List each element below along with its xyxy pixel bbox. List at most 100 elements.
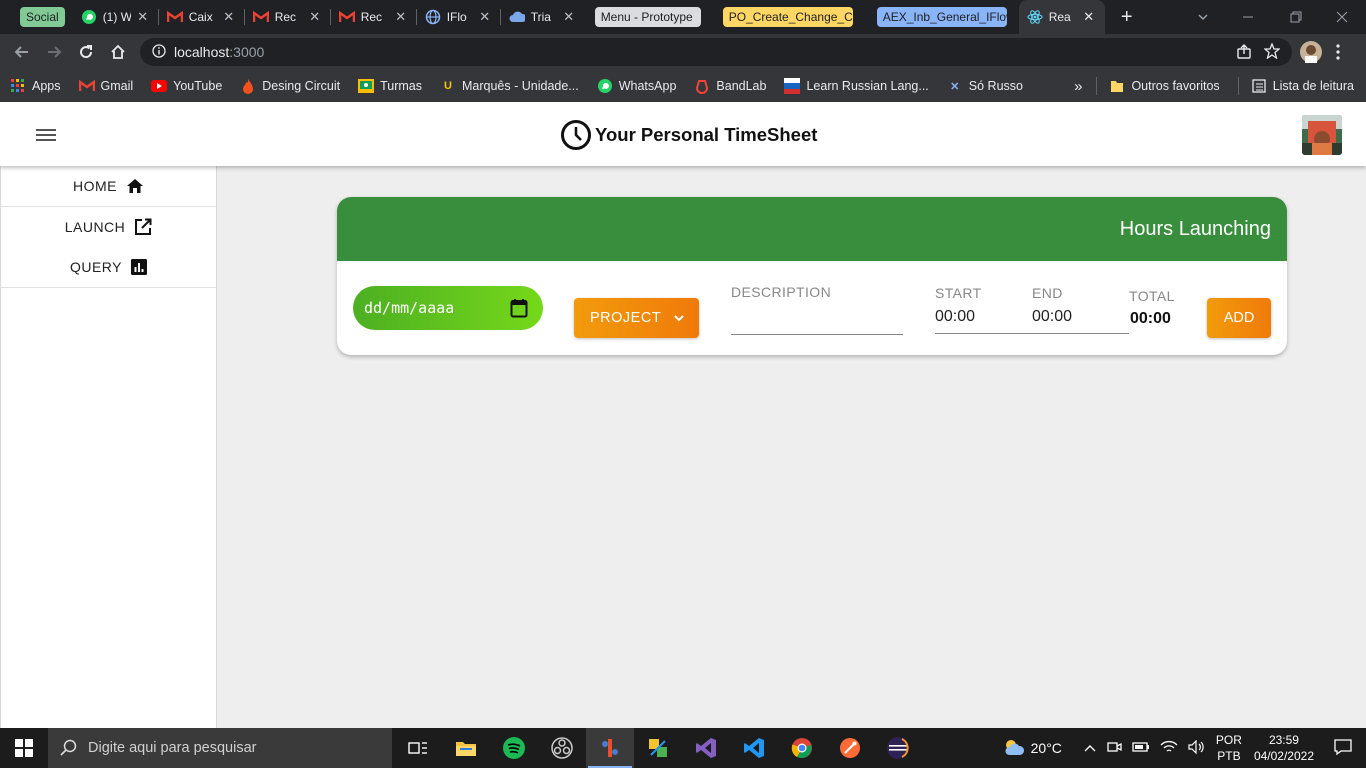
address-bar[interactable]: localhost:3000 [140,38,1292,66]
weather-icon[interactable] [1003,737,1025,760]
bookmark-apps[interactable]: Apps [10,78,61,94]
calendar-icon[interactable] [510,298,528,318]
bookmark-so-russo[interactable]: ✕ Só Russo [947,78,1023,94]
add-button[interactable]: ADD [1207,298,1271,338]
weather-temperature[interactable]: 20°C [1031,740,1062,756]
vscode-icon[interactable] [730,728,778,768]
close-icon[interactable]: ✕ [1081,9,1097,25]
bandlab-icon [694,78,710,94]
marques-icon: U [444,80,452,92]
total-label: TOTAL [1129,288,1175,304]
date-placeholder: dd/mm/aaaa [364,299,455,317]
tab-gmail-received-1[interactable]: Rec ✕ [245,0,331,34]
chrome-icon[interactable] [778,728,826,768]
home-browser-icon[interactable] [102,36,134,68]
volume-icon[interactable] [1188,739,1206,757]
tab-search-icon[interactable] [1196,0,1210,34]
task-view-icon[interactable] [394,728,442,768]
wifi-icon[interactable] [1160,740,1178,757]
close-window-icon[interactable] [1336,0,1348,34]
notifications-icon[interactable] [1334,738,1352,758]
tab-iflow[interactable]: IFlo ✕ [417,0,501,34]
open-in-new-icon [135,218,152,235]
bookmark-label: Outros favoritos [1131,79,1220,93]
git-tool-icon[interactable] [586,728,634,768]
tab-trial[interactable]: Tria ✕ [501,0,585,34]
sidebar-item-query[interactable]: QUERY [1,247,216,287]
classroom-icon [358,78,375,94]
spotify-icon[interactable] [490,728,538,768]
info-icon[interactable] [152,43,166,61]
bar-chart-icon [131,259,148,275]
bookmark-other-folder[interactable]: Outros favoritos [1109,78,1220,94]
battery-icon[interactable] [1132,741,1150,756]
forward-arrow-icon[interactable] [38,36,70,68]
bookmark-label: Marquês - Unidade... [462,79,579,93]
tab-group-social[interactable]: Social [20,7,65,27]
project-dropdown-button[interactable]: PROJECT [574,298,699,338]
back-arrow-icon[interactable] [6,36,38,68]
obs-icon[interactable] [538,728,586,768]
visual-studio-icon[interactable] [682,728,730,768]
hamburger-menu-icon[interactable] [36,126,60,144]
reload-icon[interactable] [70,36,102,68]
restore-icon[interactable] [1290,0,1302,34]
bookmark-learn-russian[interactable]: Learn Russian Lang... [784,78,929,94]
new-tab-button[interactable]: + [1113,3,1141,31]
star-icon[interactable] [1263,42,1281,62]
bookmark-bandlab[interactable]: BandLab [694,78,766,94]
tab-title: Rea [1048,10,1071,24]
bookmark-youtube[interactable]: YouTube [151,78,222,94]
file-explorer-icon[interactable] [442,728,490,768]
user-avatar[interactable] [1302,115,1342,155]
share-icon[interactable] [1236,44,1252,63]
input-language[interactable]: POR PTB [1216,732,1242,764]
start-time-input[interactable]: 00:00 [935,308,975,326]
reading-list-button[interactable]: Lista de leitura [1251,78,1354,94]
close-icon[interactable]: ✕ [561,9,577,25]
taskbar-search-input[interactable]: Digite aqui para pesquisar [48,728,392,768]
tab-group-aex-inb-general[interactable]: AEX_Inb_General_IFlow [876,7,1007,27]
tab-gmail-received-2[interactable]: Rec ✕ [331,0,417,34]
whatsapp-icon [597,78,613,94]
bookmark-desing-circuit[interactable]: Desing Circuit [240,78,340,94]
cloud-icon [509,9,525,25]
tab-title: Caix [188,10,213,24]
eclipse-icon[interactable] [874,728,922,768]
bookmark-gmail[interactable]: Gmail [78,78,133,94]
description-field[interactable] [731,303,903,333]
postman-icon[interactable] [826,728,874,768]
react-icon [1027,9,1043,25]
taskbar-clock[interactable]: 23:59 04/02/2022 [1254,732,1314,764]
minimize-icon[interactable] [1242,0,1254,34]
gmail-icon [338,9,355,25]
meet-now-icon[interactable] [1106,739,1122,758]
sidebar-item-launch[interactable]: LAUNCH [1,207,216,247]
windows-start-icon[interactable] [0,728,48,768]
bookmark-turmas[interactable]: Turmas [358,78,422,94]
bookmark-marques[interactable]: U Marquês - Unidade... [440,78,579,94]
sidebar-item-home[interactable]: HOME [1,166,216,206]
close-icon[interactable]: ✕ [307,9,323,25]
tab-whatsapp[interactable]: (1) W ✕ [73,0,159,34]
date-input[interactable]: dd/mm/aaaa [353,286,543,330]
bookmark-label: YouTube [173,79,223,93]
bookmark-whatsapp[interactable]: WhatsApp [597,78,676,94]
end-time-input[interactable]: 00:00 [1032,308,1072,326]
close-icon[interactable]: ✕ [135,9,151,25]
tab-react-app[interactable]: Rea ✕ [1018,0,1105,34]
bookmarks-overflow-button[interactable]: » [1074,78,1082,95]
close-icon[interactable]: ✕ [393,9,409,25]
tab-group-po-create-change[interactable]: PO_Create_Change_Ca [722,7,853,27]
total-value: 00:00 [1130,310,1171,327]
chevron-up-icon[interactable] [1084,741,1096,755]
browser-menu-icon[interactable] [1336,34,1340,70]
close-icon[interactable]: ✕ [221,9,237,25]
tab-gmail-inbox[interactable]: Caix ✕ [159,0,245,34]
profile-avatar-icon[interactable] [1300,34,1322,70]
bookmark-label: Lista de leitura [1272,79,1354,93]
close-icon[interactable]: ✕ [477,9,493,25]
sap-icon[interactable] [634,728,682,768]
tab-group-menu-prototype[interactable]: Menu - Prototype [594,7,701,27]
description-label: DESCRIPTION [731,284,832,300]
